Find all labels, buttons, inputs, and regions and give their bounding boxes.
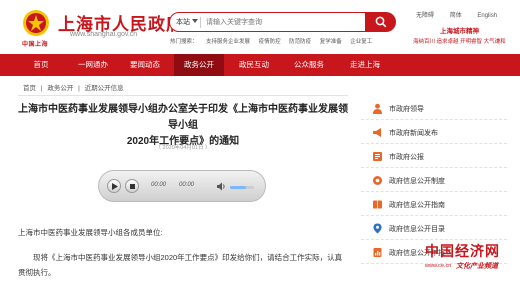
hot-search-link[interactable]: 复学准备: [320, 39, 342, 45]
main-nav: 首页 一网通办 要闻动态 政务公开 政民互动 公众服务 走进上海: [0, 54, 520, 76]
article-salutation: 上海市中医药事业发展领导小组各成员单位:: [18, 228, 163, 237]
sidebar-item-leaders[interactable]: 市政府领导: [361, 97, 507, 120]
nav-item-home[interactable]: 首页: [20, 54, 62, 76]
chevron-down-icon[interactable]: [192, 19, 198, 23]
breadcrumb-separator: |: [40, 85, 43, 92]
gear-icon: [373, 176, 382, 185]
sidebar-item-label: 政府信息公开指南: [389, 202, 445, 209]
play-icon: [112, 183, 118, 190]
emblem-icon: [23, 10, 49, 36]
sidebar-item-disclosure-guide[interactable]: 政府信息公开指南: [361, 193, 507, 216]
stop-icon: [130, 184, 135, 189]
search-scope-select[interactable]: 本站: [176, 17, 190, 27]
breadcrumb-item[interactable]: 首页: [23, 85, 36, 92]
watermark-title: 中国经济网: [425, 244, 500, 260]
sidebar-item-label: 市政府公报: [389, 154, 424, 161]
accessibility-link[interactable]: 无障碍: [416, 13, 434, 19]
search-input[interactable]: [206, 15, 356, 30]
person-icon: [373, 103, 382, 114]
hot-search-links: 热门搜索： 支持服务企业发展 疫情防控 防范防疫 复学准备 企业复工: [170, 37, 379, 45]
current-time: 00:00: [151, 182, 167, 188]
sidebar-item-disclosure-catalog[interactable]: 政府信息公开目录: [361, 217, 507, 240]
sidebar-item-disclosure-system[interactable]: 政府信息公开制度: [361, 169, 507, 192]
article-title-line: 上海市中医药事业发展领导小组办公室关于印发《上海市中医药事业发展领导小组: [18, 104, 348, 131]
megaphone-icon: [373, 128, 381, 137]
volume-slider[interactable]: [230, 186, 254, 189]
breadcrumb-item[interactable]: 近期公开信息: [85, 85, 124, 92]
english-link[interactable]: English: [477, 13, 497, 19]
site-header: 中国上海 上海市人民政府 www.shanghai.gov.cn 本站 热门搜索…: [0, 0, 520, 54]
article-body: 现将《上海市中医药事业发展领导小组2020年工作要点》印发给你们，请结合工作实际…: [18, 253, 343, 277]
search-divider: [200, 17, 201, 28]
nav-item-online-service[interactable]: 一网通办: [68, 54, 118, 76]
sidebar-item-label: 市政府新闻发布: [389, 130, 438, 137]
sidebar-item-press[interactable]: 市政府新闻发布: [361, 121, 507, 144]
hot-search-label: 热门搜索：: [170, 39, 198, 45]
emblem-caption: 中国上海: [22, 42, 49, 48]
article-date: （ 2020年04月01日 ）: [155, 145, 211, 151]
volume-level: [230, 186, 246, 189]
report-icon: [373, 248, 382, 257]
audio-player: 00:00 00:00: [98, 170, 266, 202]
breadcrumb-separator: |: [78, 85, 80, 92]
sidebar-item-bulletin[interactable]: 市政府公报: [361, 145, 507, 168]
hot-search-link[interactable]: 疫情防控: [259, 39, 281, 45]
location-icon: [373, 223, 382, 234]
simplified-chinese-link[interactable]: 简体: [450, 13, 462, 19]
hot-search-link[interactable]: 防范防疫: [289, 39, 311, 45]
sidebar-item-label: 政府信息公开制度: [389, 178, 445, 185]
watermark-subtitle: 文化产业频道: [456, 263, 498, 270]
play-button[interactable]: [107, 179, 121, 193]
nav-item-gov-info[interactable]: 政务公开: [174, 54, 224, 76]
nav-item-public-service[interactable]: 公众服务: [284, 54, 334, 76]
site-url: www.shanghai.gov.cn: [70, 31, 138, 38]
search-button[interactable]: [366, 12, 396, 32]
city-spirit-link[interactable]: 上海城市精神: [440, 25, 479, 35]
hot-search-link[interactable]: 支持服务企业发展: [206, 39, 250, 45]
speaker-icon[interactable]: [217, 182, 226, 191]
watermark: 中国经济网 www.ce.cn 文化产业频道: [425, 241, 520, 282]
hot-search-link[interactable]: 企业复工: [350, 39, 372, 45]
divider: [18, 95, 348, 96]
sidebar-item-label: 市政府领导: [389, 106, 424, 113]
bulletin-icon: [373, 152, 382, 161]
breadcrumb: 首页 | 政务公开 | 近期公开信息: [23, 82, 127, 92]
breadcrumb-item[interactable]: 政务公开: [47, 85, 73, 92]
nav-item-about-shanghai[interactable]: 走进上海: [340, 54, 390, 76]
search-bar: 本站: [169, 12, 366, 32]
duration: 00:00: [179, 182, 195, 188]
watermark-url: www.ce.cn: [425, 263, 452, 269]
sidebar-item-label: 政府信息公开目录: [389, 226, 445, 233]
book-icon: [373, 200, 382, 209]
stop-button[interactable]: [125, 179, 139, 193]
nav-item-interaction[interactable]: 政民互动: [229, 54, 279, 76]
nav-item-news[interactable]: 要闻动态: [120, 54, 170, 76]
search-icon: [375, 16, 387, 28]
city-spirit-slogan: 海纳百川 追求卓越 开明睿智 大气谦和: [413, 39, 506, 45]
top-utility-links: 无障碍 简体 English: [416, 10, 511, 19]
